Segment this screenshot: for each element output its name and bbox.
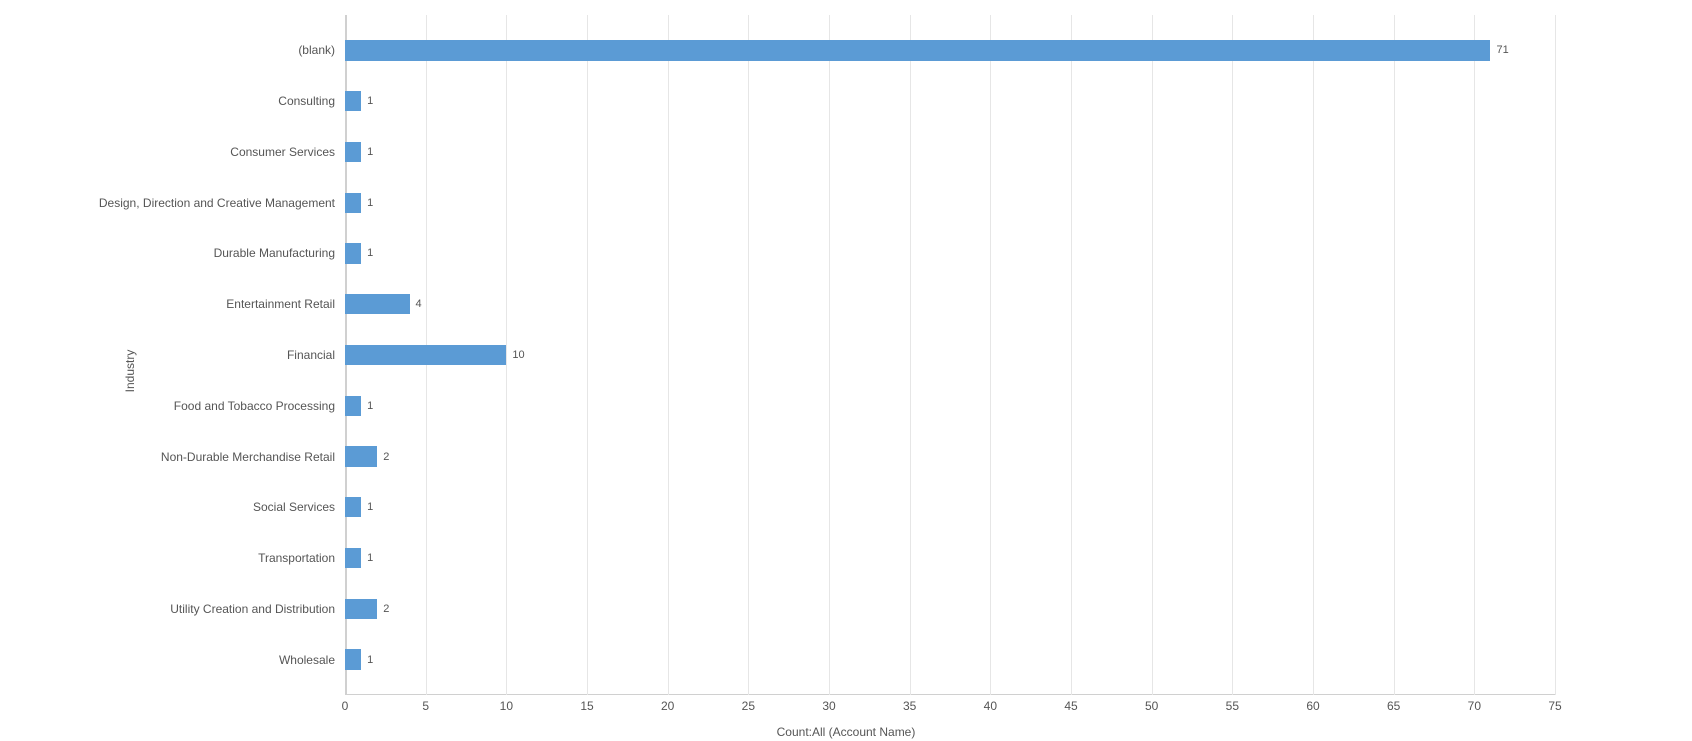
bar-value-label: 1	[367, 197, 373, 209]
y-tick-label: Non-Durable Merchandise Retail	[161, 450, 335, 464]
x-tick-label: 45	[1064, 699, 1077, 713]
bar[interactable]: 2	[345, 446, 377, 466]
bar[interactable]: 1	[345, 142, 361, 162]
x-tick-label: 15	[580, 699, 593, 713]
bar-value-label: 1	[367, 247, 373, 259]
bar[interactable]: 2	[345, 599, 377, 619]
bar[interactable]: 1	[345, 649, 361, 669]
bar-row: 1	[345, 396, 1555, 416]
x-tick-label: 55	[1226, 699, 1239, 713]
bar[interactable]: 4	[345, 294, 410, 314]
x-tick-label: 10	[500, 699, 513, 713]
bar-row: 10	[345, 345, 1555, 365]
y-tick-label: Entertainment Retail	[226, 297, 335, 311]
y-tick-label: Social Services	[253, 500, 335, 514]
bar-value-label: 4	[416, 298, 422, 310]
bar[interactable]: 1	[345, 396, 361, 416]
bar-row: 4	[345, 294, 1555, 314]
x-tick-label: 65	[1387, 699, 1400, 713]
bar[interactable]: 1	[345, 193, 361, 213]
y-tick-label: Consumer Services	[230, 145, 335, 159]
x-tick-label: 40	[984, 699, 997, 713]
bar[interactable]: 1	[345, 497, 361, 517]
plot-area: 051015202530354045505560657075(blank)71C…	[345, 15, 1555, 695]
x-tick-label: 30	[822, 699, 835, 713]
bar-row: 1	[345, 649, 1555, 669]
bar-row: 1	[345, 497, 1555, 517]
bar-value-label: 1	[367, 400, 373, 412]
x-tick-label: 75	[1548, 699, 1561, 713]
x-axis-line	[345, 694, 1555, 695]
bar-row: 1	[345, 91, 1555, 111]
y-tick-label: Wholesale	[279, 653, 335, 667]
gridline	[1555, 15, 1556, 695]
industry-bar-chart: Industry 0 5 10 15 20 25 30 35 40 45 50 55 60 65 70 75 (…	[0, 0, 1692, 741]
y-tick-label: Financial	[287, 348, 335, 362]
bar-row: 1	[345, 193, 1555, 213]
bar-value-label: 1	[367, 552, 373, 564]
bar-row: 71	[345, 40, 1555, 60]
x-tick-label: 60	[1306, 699, 1319, 713]
bar[interactable]: 71	[345, 40, 1490, 60]
bar-value-label: 1	[367, 501, 373, 513]
x-tick-label: 0	[342, 699, 349, 713]
bar-row: 1	[345, 142, 1555, 162]
y-tick-label: Utility Creation and Distribution	[170, 602, 335, 616]
x-tick-label: 20	[661, 699, 674, 713]
y-tick-label: Consulting	[278, 94, 335, 108]
x-tick-label: 50	[1145, 699, 1158, 713]
x-tick-label: 70	[1468, 699, 1481, 713]
y-tick-label: (blank)	[298, 43, 335, 57]
x-tick-label: 5	[422, 699, 429, 713]
bar-row: 1	[345, 243, 1555, 263]
bar[interactable]: 1	[345, 548, 361, 568]
y-tick-label: Transportation	[258, 551, 335, 565]
bar-value-label: 2	[383, 603, 389, 615]
bar[interactable]: 10	[345, 345, 506, 365]
y-tick-label: Food and Tobacco Processing	[174, 399, 335, 413]
y-tick-label: Durable Manufacturing	[214, 246, 335, 260]
x-tick-label: 35	[903, 699, 916, 713]
bar-value-label: 1	[367, 95, 373, 107]
x-tick-label: 25	[742, 699, 755, 713]
bar-row: 2	[345, 599, 1555, 619]
bar-value-label: 2	[383, 451, 389, 463]
bar-value-label: 10	[512, 349, 524, 361]
bar[interactable]: 1	[345, 91, 361, 111]
bar-row: 1	[345, 548, 1555, 568]
bar[interactable]: 1	[345, 243, 361, 263]
x-axis-title: Count:All (Account Name)	[777, 725, 916, 739]
y-tick-label: Design, Direction and Creative Managemen…	[99, 196, 335, 210]
y-axis-title: Industry	[123, 349, 137, 392]
bar-value-label: 71	[1496, 44, 1508, 56]
bar-row: 2	[345, 446, 1555, 466]
bar-value-label: 1	[367, 654, 373, 666]
bar-value-label: 1	[367, 146, 373, 158]
